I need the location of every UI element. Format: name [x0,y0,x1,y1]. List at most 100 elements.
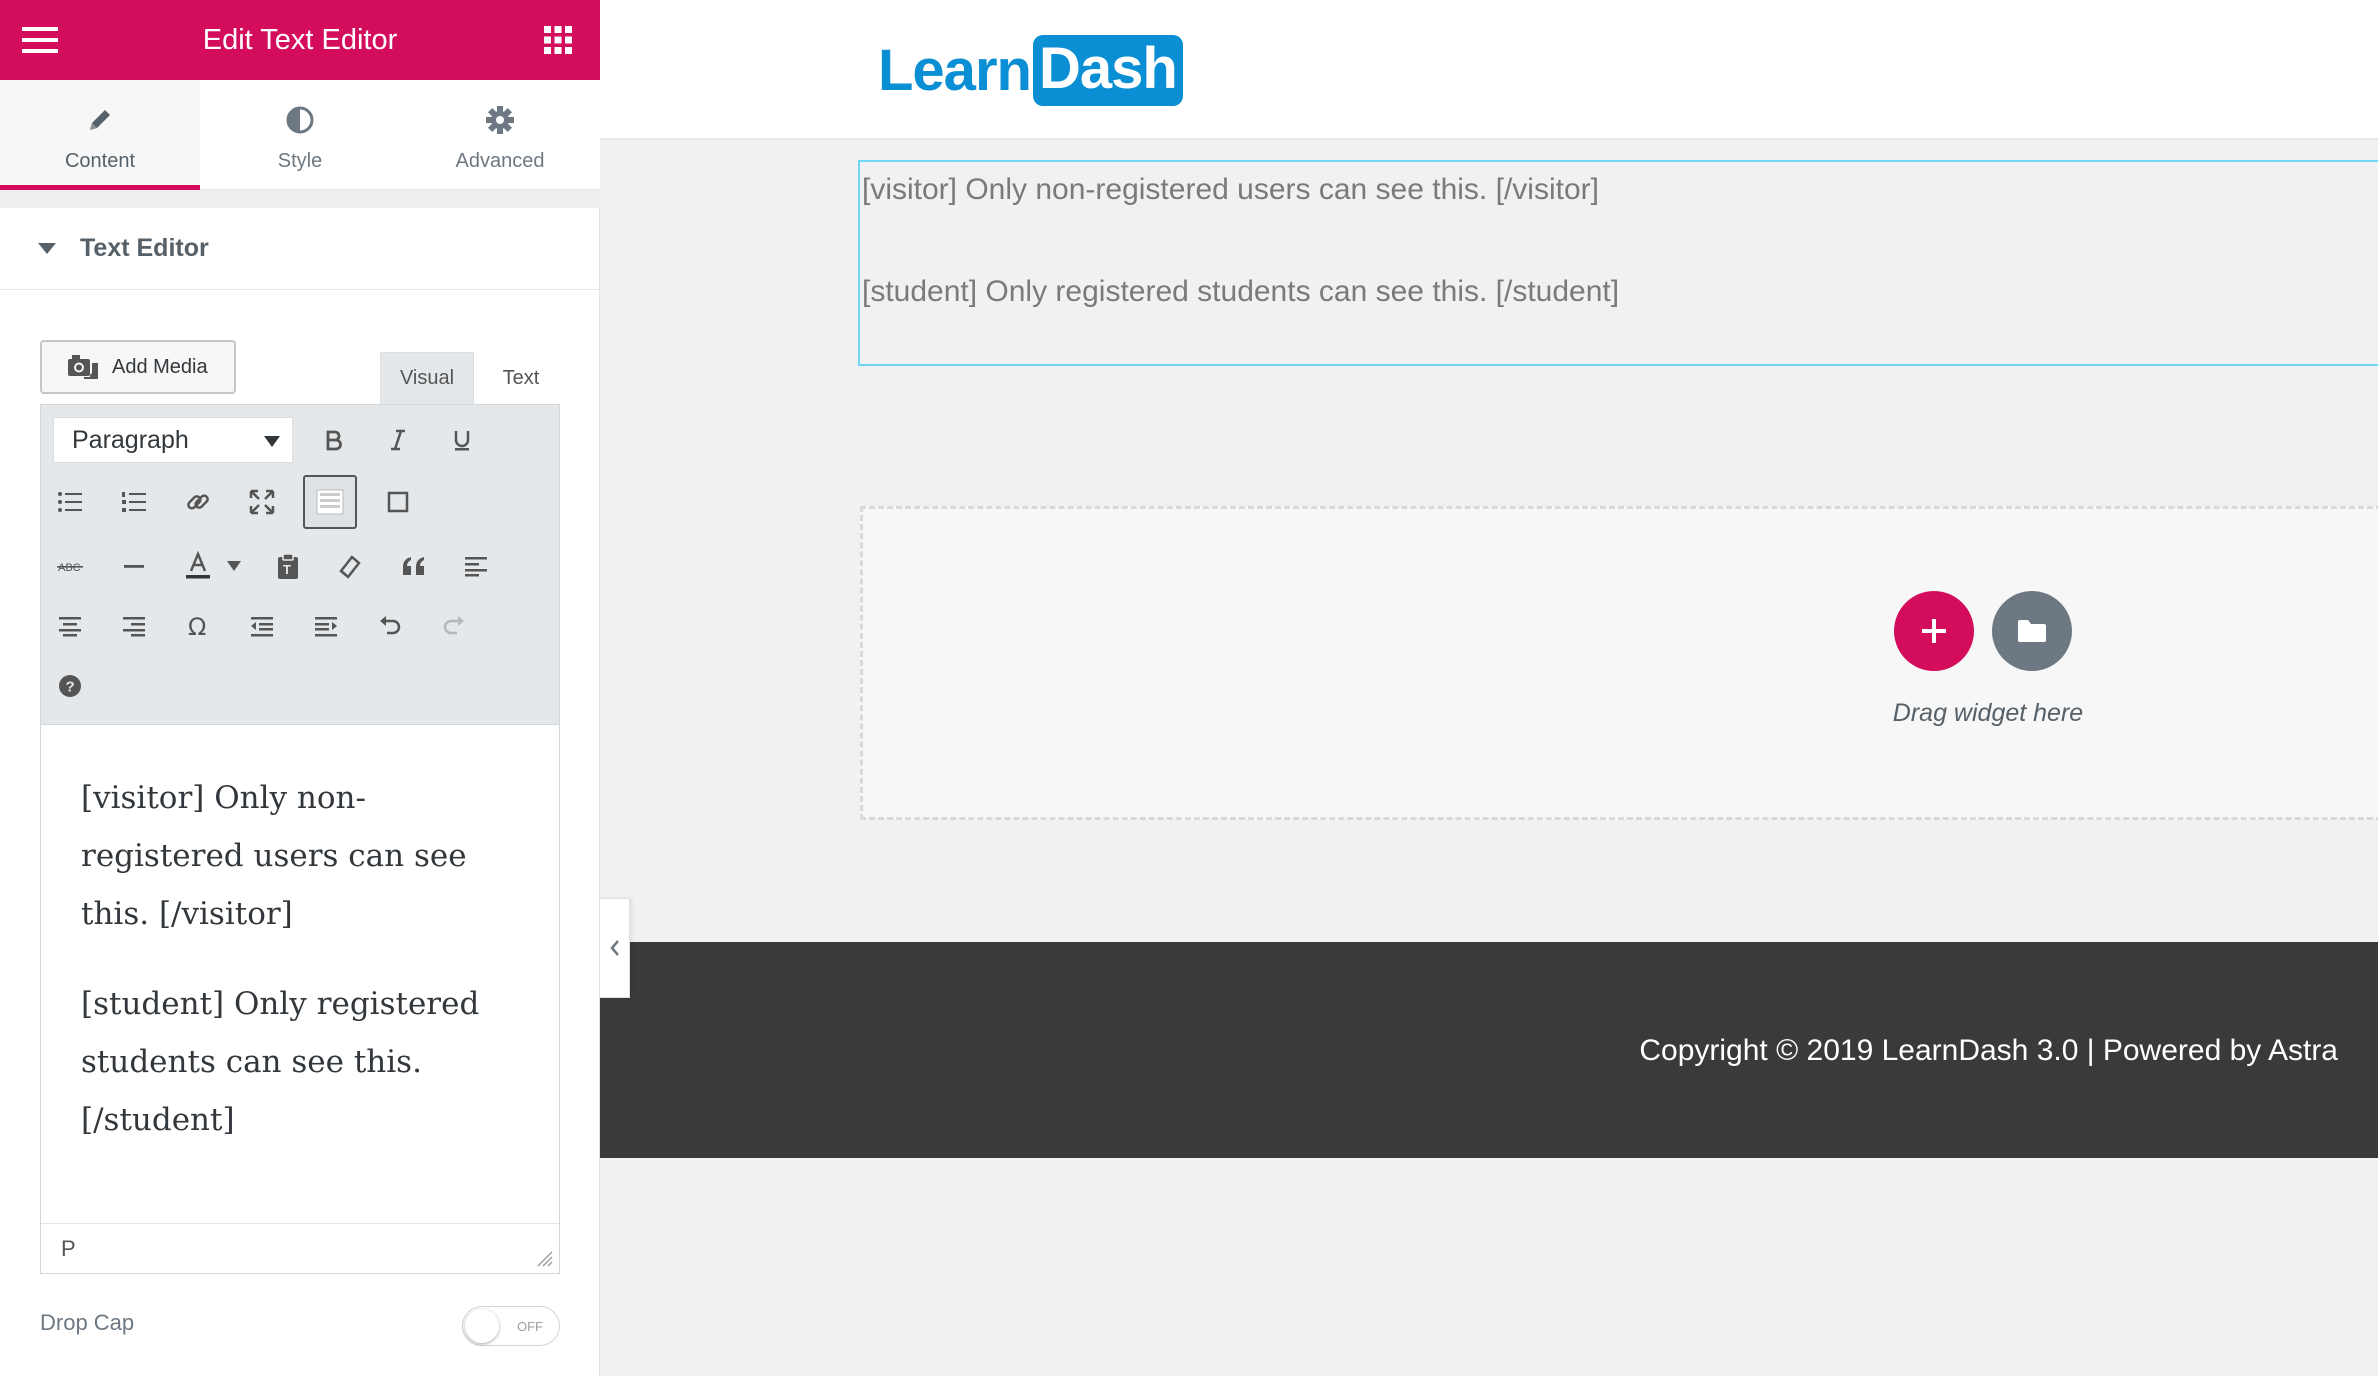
format-select-value: Paragraph [72,425,189,454]
strikethrough-button[interactable]: ABC [45,541,95,591]
site-footer: Copyright © 2019 LearnDash 3.0 | Powered… [600,942,2378,1158]
collapse-panel-button[interactable] [600,898,630,998]
toolbar-toggle-button[interactable] [303,475,357,529]
drag-widget-hint: Drag widget here [1892,699,2084,727]
bold-button[interactable] [309,415,359,465]
help-icon: ? [59,675,81,697]
panel-tabs: Content Style Advanced [0,80,600,191]
paste-as-text-button[interactable]: T [263,541,313,591]
numbered-list-icon [122,492,146,512]
resize-handle-icon[interactable] [535,1249,553,1267]
indent-button[interactable] [301,601,351,651]
widgets-grid-icon[interactable] [544,26,572,54]
svg-text:?: ? [66,679,75,696]
gear-icon [484,104,516,140]
folder-icon [2018,620,2046,642]
add-media-button[interactable]: Add Media [40,340,236,394]
clipboard-icon: T [278,553,298,579]
link-icon [187,494,209,510]
tab-style-label: Style [277,150,323,172]
horizontal-line-icon [124,565,144,568]
caret-down-icon [227,561,241,571]
editor-panel: Edit Text Editor Content Style Advanced … [0,0,600,1376]
text-editor-widget[interactable]: [visitor] Only non-registered users can … [858,160,2378,366]
redo-button[interactable] [429,601,479,651]
add-media-label: Add Media [112,355,208,378]
tab-style[interactable]: Style [200,80,400,190]
align-center-button[interactable] [45,601,95,651]
drop-cap-label: Drop Cap [40,1310,135,1335]
tab-advanced[interactable]: Advanced [400,80,600,190]
toggle-state-label: OFF [517,1319,543,1334]
widget-line-visitor: [visitor] Only non-registered users can … [862,173,1599,206]
clear-formatting-button[interactable] [325,541,375,591]
indent-icon [315,617,337,637]
redo-icon [443,616,464,635]
omega-icon: Ω [188,613,206,639]
text-color-icon [186,551,210,579]
text-mode-tab[interactable]: Text [478,352,564,404]
format-select[interactable]: Paragraph [53,417,293,463]
numbered-list-button[interactable] [109,477,159,527]
bold-icon [326,430,342,451]
logo-text-learn: Learn [878,37,1032,103]
text-color-dropdown[interactable] [217,541,251,591]
keyboard-shortcuts-help-button[interactable]: ? [45,661,95,711]
align-center-icon [59,617,81,637]
kitchen-sink-icon [316,489,344,515]
learndash-logo[interactable]: Learn Dash [878,30,1183,110]
panel-header: Edit Text Editor [0,0,600,80]
add-template-button[interactable] [1992,591,2072,671]
pencil-icon [84,104,116,140]
visual-mode-tab[interactable]: Visual [380,352,474,404]
site-header: Learn Dash [600,0,2378,140]
strikethrough-icon: ABC [57,562,83,574]
element-path: P [61,1235,76,1261]
editor-paragraph-student: [student] Only registered students can s… [81,986,480,1138]
editor-content-area[interactable]: [visitor] Only non-registered users can … [41,725,559,1215]
italic-button[interactable] [373,415,423,465]
bullet-list-icon [58,492,82,512]
bullet-list-button[interactable] [45,477,95,527]
chevron-left-icon [609,940,619,956]
drop-cap-toggle[interactable]: OFF [462,1306,560,1346]
caret-down-icon [38,243,56,254]
underline-button[interactable] [437,415,487,465]
square-icon [387,491,409,513]
align-right-icon [123,617,145,637]
widget-drop-zone[interactable]: Drag widget here [860,506,2378,820]
hamburger-menu-icon[interactable] [22,25,58,55]
page-preview: Learn Dash [visitor] Only non-registered … [600,0,2378,1376]
toggle-knob [465,1309,499,1343]
editor-toolbar: Paragraph ABC T Ω ? [41,405,559,725]
widget-line-student: [student] Only registered students can s… [862,275,1620,308]
insert-link-button[interactable] [173,477,223,527]
add-section-button[interactable] [1894,591,1974,671]
undo-button[interactable] [365,601,415,651]
panel-title: Edit Text Editor [202,23,398,56]
fullscreen-button[interactable] [237,477,287,527]
tab-content[interactable]: Content [0,80,200,191]
fullscreen-icon [249,489,275,515]
outdent-button[interactable] [237,601,287,651]
dropdown-arrow-icon [264,436,280,447]
underline-icon [454,431,470,451]
editor-status-path: P [41,1223,559,1273]
align-left-button[interactable] [451,541,501,591]
svg-text:T: T [283,562,291,577]
horizontal-line-button[interactable] [109,541,159,591]
eraser-icon [339,555,361,579]
undo-icon [380,616,401,635]
text-editor-section-toggle[interactable]: Text Editor [0,208,600,290]
blockquote-button[interactable] [389,541,439,591]
tab-content-label: Content [64,150,136,172]
svg-text:Ω: Ω [188,613,206,639]
tab-advanced-label: Advanced [455,150,545,172]
align-right-button[interactable] [109,601,159,651]
text-color-button[interactable] [173,541,223,591]
camera-media-icon [68,355,98,379]
align-left-icon [465,557,487,577]
special-character-button[interactable]: Ω [173,601,223,651]
tabs-separator [0,190,600,208]
insert-box-button[interactable] [373,477,423,527]
